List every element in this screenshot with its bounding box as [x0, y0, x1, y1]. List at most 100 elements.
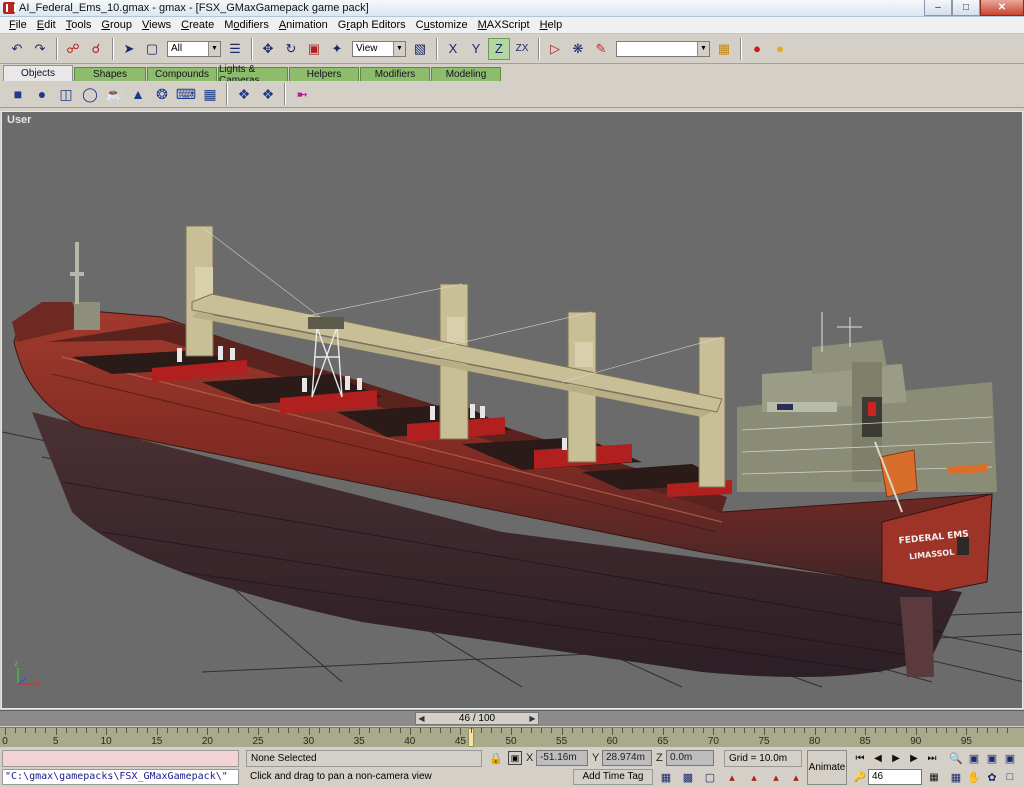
torus-icon[interactable]: ◯: [78, 83, 102, 105]
select-set-icon[interactable]: ▦: [713, 38, 735, 60]
time-config-icon[interactable]: ▦: [926, 769, 942, 785]
menu-group[interactable]: Group: [96, 19, 137, 31]
play-icon[interactable]: ▶: [888, 750, 904, 766]
previous-frame-icon[interactable]: ◀: [416, 714, 427, 723]
tab-objects[interactable]: Objects: [3, 65, 73, 81]
material-icon[interactable]: ✎: [590, 38, 612, 60]
menu-views[interactable]: Views: [137, 19, 176, 31]
restrict-x-icon[interactable]: X: [442, 38, 464, 60]
cylinder-icon[interactable]: ◫: [54, 83, 78, 105]
select-icon[interactable]: ➤: [118, 38, 140, 60]
angle-snap-icon[interactable]: ▩: [680, 769, 696, 785]
undo-icon[interactable]: ↶: [6, 38, 28, 60]
menu-file[interactable]: File: [4, 19, 32, 31]
go-to-start-icon[interactable]: ⏮: [852, 750, 868, 766]
tab-helpers[interactable]: Helpers: [289, 67, 359, 81]
minimize-icon[interactable]: –: [924, 0, 952, 16]
maxscript-listener-output[interactable]: "C:\gmax\gamepacks\FSX_GMaxGamepack\": [2, 769, 239, 785]
align-icon[interactable]: ❋: [567, 38, 589, 60]
time-slider[interactable]: ◀ 46 / 100 ▶: [0, 710, 1024, 726]
add-time-tag-button[interactable]: Add Time Tag: [573, 769, 653, 785]
geosphere-icon[interactable]: ❂: [150, 83, 174, 105]
render-icon[interactable]: ●: [746, 38, 768, 60]
edit-named-icon[interactable]: ▴: [768, 769, 784, 785]
rotate-icon[interactable]: ↻: [280, 38, 302, 60]
tab-compounds[interactable]: Compounds: [147, 67, 217, 81]
window-crossing-icon[interactable]: ▴: [788, 769, 804, 785]
menu-tools[interactable]: Tools: [61, 19, 97, 31]
tab-modeling[interactable]: Modeling: [431, 67, 501, 81]
close-icon[interactable]: ✕: [980, 0, 1024, 16]
menu-graph-editors[interactable]: Graph Editors: [333, 19, 411, 31]
move-icon[interactable]: ✥: [257, 38, 279, 60]
absolute-mode-icon[interactable]: ▣: [508, 751, 522, 765]
lock-selection-icon[interactable]: 🔒: [489, 752, 503, 765]
go-to-end-icon[interactable]: ⏭: [924, 750, 940, 766]
restrict-z-icon[interactable]: Z: [488, 37, 510, 60]
x-coord-field[interactable]: -51.16m: [536, 750, 588, 766]
percent-snap-icon[interactable]: ▢: [702, 769, 718, 785]
mirror-tool-icon[interactable]: ▷: [544, 38, 566, 60]
y-coord-field[interactable]: 28.974m: [602, 750, 652, 766]
tab-shapes[interactable]: Shapes: [74, 67, 146, 81]
menu-customize[interactable]: Customize: [411, 19, 473, 31]
ship-superstructure: [737, 312, 997, 492]
animate-button[interactable]: Animate: [807, 750, 847, 785]
previous-key-icon[interactable]: ◀: [870, 750, 886, 766]
time-slider-thumb[interactable]: ◀ 46 / 100 ▶: [415, 712, 539, 725]
zoom-extents-icon[interactable]: ▣: [984, 750, 1000, 766]
particle-icon[interactable]: ➼: [290, 83, 314, 105]
quick-render-icon[interactable]: ●: [769, 38, 791, 60]
arc-rotate-icon[interactable]: ✿: [984, 769, 1000, 785]
mirror-icon[interactable]: ✦: [326, 38, 348, 60]
box-icon[interactable]: ■: [6, 83, 30, 105]
selection-filter-dropdown[interactable]: All ▼: [167, 40, 221, 57]
snap-icon[interactable]: ▦: [658, 769, 674, 785]
zoom-extents-all-icon[interactable]: ▣: [1002, 750, 1018, 766]
pivot-center-icon[interactable]: ▧: [409, 38, 431, 60]
user-viewport[interactable]: User FEDERAL EMS LIMASSOL z x: [1, 111, 1023, 709]
cone-icon[interactable]: ▲: [126, 83, 150, 105]
region-zoom-icon[interactable]: ▦: [948, 769, 964, 785]
viewport-label[interactable]: User: [7, 114, 31, 126]
z-coord-field[interactable]: 0.0m: [666, 750, 714, 766]
track-bar[interactable]: 0 5 10 15 20 25 30 35 40 45 50 55 60 65 70 75 80 85 90 95: [0, 727, 1024, 747]
next-key-icon[interactable]: ▶: [906, 750, 922, 766]
zoom-icon[interactable]: 🔍: [948, 750, 964, 766]
menu-modifiers[interactable]: Modifiers: [219, 19, 274, 31]
hedra-icon[interactable]: ❖: [232, 83, 256, 105]
plane-icon[interactable]: ▦: [198, 83, 222, 105]
restrict-y-icon[interactable]: Y: [465, 38, 487, 60]
teapot-icon[interactable]: ☕: [102, 83, 126, 105]
key-mode-icon[interactable]: ▴: [746, 769, 762, 785]
menu-create[interactable]: Create: [176, 19, 219, 31]
sphere-icon[interactable]: ●: [30, 83, 54, 105]
scale-icon[interactable]: ▣: [303, 38, 325, 60]
link-icon[interactable]: ☍: [62, 38, 84, 60]
tab-modifiers[interactable]: Modifiers: [360, 67, 430, 81]
scatter-icon[interactable]: ❖: [256, 83, 280, 105]
menu-maxscript[interactable]: MAXScript: [473, 19, 535, 31]
restrict-zx-icon[interactable]: ZX: [511, 38, 533, 60]
menu-animation[interactable]: Animation: [274, 19, 333, 31]
spinner-snap-icon[interactable]: ▴: [724, 769, 740, 785]
tube-icon[interactable]: ⌨: [174, 83, 198, 105]
tab-lights-cameras[interactable]: Lights & Cameras: [218, 64, 288, 86]
select-by-name-icon[interactable]: ☰: [224, 38, 246, 60]
unlink-icon[interactable]: ☌: [85, 38, 107, 60]
current-frame-field[interactable]: 46: [868, 769, 922, 785]
zoom-all-icon[interactable]: ▣: [966, 750, 982, 766]
maximize-viewport-icon[interactable]: □: [1002, 769, 1018, 785]
next-frame-icon[interactable]: ▶: [527, 714, 538, 723]
redo-icon[interactable]: ↷: [29, 38, 51, 60]
named-selection-dropdown[interactable]: ▼: [616, 40, 710, 57]
pan-icon[interactable]: ✋: [966, 769, 982, 785]
track-tick: [460, 728, 462, 735]
maxscript-listener-input[interactable]: [2, 750, 239, 767]
region-select-icon[interactable]: ▢: [141, 38, 163, 60]
maximize-icon[interactable]: □: [952, 0, 980, 16]
key-mode-toggle-icon[interactable]: 🔑: [852, 769, 868, 785]
menu-edit[interactable]: Edit: [32, 19, 61, 31]
reference-coord-dropdown[interactable]: View ▼: [352, 40, 406, 57]
menu-help[interactable]: Help: [535, 19, 568, 31]
